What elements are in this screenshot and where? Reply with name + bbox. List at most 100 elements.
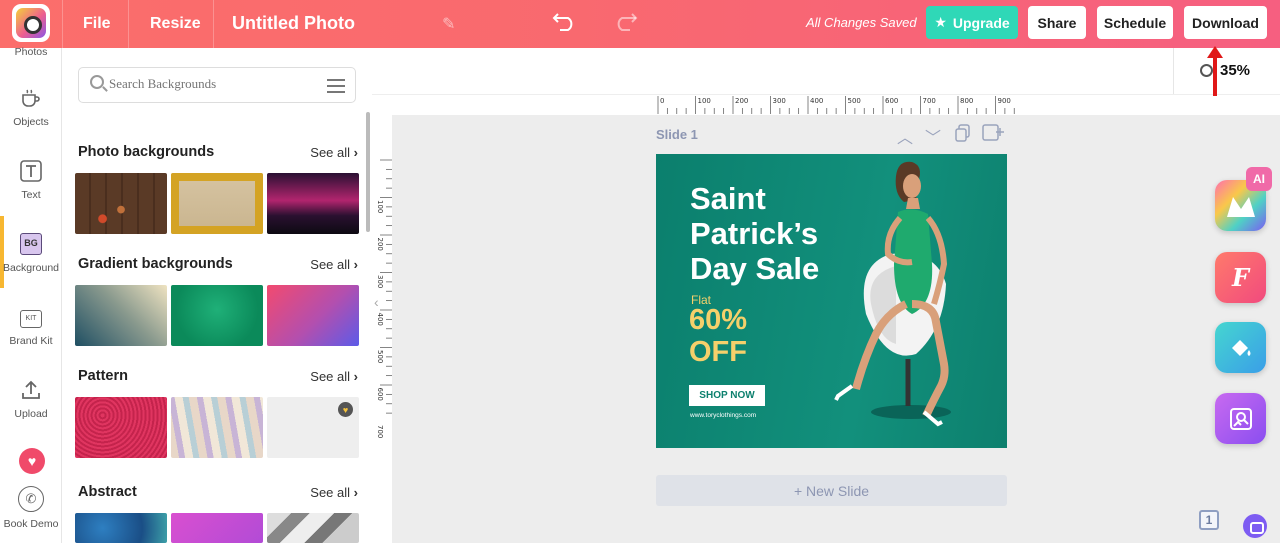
chevron-right-icon: ›	[353, 485, 358, 500]
thumb-gradient-2[interactable]	[171, 285, 263, 346]
chevron-down-icon[interactable]: ﹀	[925, 124, 941, 148]
thumb-photo-2[interactable]	[171, 173, 263, 234]
ruler-label: 200	[376, 238, 384, 251]
sidebar-item-photos[interactable]: Photos	[0, 46, 62, 58]
see-all-abstract-button[interactable]: See all ›	[310, 485, 358, 500]
section-title-gradient: Gradient backgrounds	[78, 256, 233, 272]
ruler-label: 100	[698, 97, 711, 105]
font-tool-button[interactable]: F	[1215, 252, 1266, 303]
url-text[interactable]: www.toryclothings.com	[690, 412, 756, 419]
ruler-label: 200	[735, 97, 748, 105]
thumb-gradient-3[interactable]	[267, 285, 359, 346]
schedule-button[interactable]: Schedule	[1097, 6, 1173, 39]
search-input[interactable]	[109, 76, 309, 92]
sidebar-item-upload[interactable]: Upload	[0, 378, 62, 420]
ruler-label: 800	[960, 97, 973, 105]
see-all-label: See all	[310, 257, 351, 272]
ruler-label: 500	[848, 97, 861, 105]
ruler-label: 300	[773, 97, 786, 105]
divider	[213, 0, 214, 48]
design-slide[interactable]: Saint Patrick’s Day Sale Flat 60% OFF SH…	[656, 154, 1007, 448]
ruler-label: 300	[376, 275, 384, 288]
zoom-level[interactable]: 35%	[1198, 62, 1250, 79]
duplicate-icon[interactable]	[955, 124, 971, 147]
thumb-abstract-1[interactable]	[75, 513, 167, 543]
thumb-pattern-3[interactable]: ♥	[267, 397, 359, 458]
chat-support-icon[interactable]	[1243, 514, 1267, 538]
sidebar-item-objects[interactable]: Objects	[0, 86, 62, 128]
chevron-right-icon: ›	[353, 369, 358, 384]
ruler-label: 600	[376, 388, 384, 401]
see-all-gradient-button[interactable]: See all ›	[310, 257, 358, 272]
shop-now-cta[interactable]: SHOP NOW	[689, 385, 765, 406]
ruler-label: 700	[376, 425, 384, 438]
heart-icon[interactable]: ♥	[19, 448, 45, 474]
add-slide-icon[interactable]	[982, 124, 1004, 147]
see-all-label: See all	[310, 369, 351, 384]
share-button[interactable]: Share	[1028, 6, 1086, 39]
fill-tool-button[interactable]	[1215, 322, 1266, 373]
save-status: All Changes Saved	[806, 15, 917, 30]
document-title[interactable]: Untitled Photo	[232, 13, 355, 34]
sidebar-item-brand-kit[interactable]: KIT Brand Kit	[0, 305, 62, 347]
thumb-photo-1[interactable]	[75, 173, 167, 234]
logo-icon	[16, 8, 46, 38]
annotation-arrow	[1207, 46, 1223, 96]
filter-icon[interactable]	[327, 77, 345, 93]
top-toolbar: File Resize Untitled Photo ✎ All Changes…	[0, 0, 1280, 48]
premium-icon: ♥	[338, 402, 353, 417]
panel-scrollbar[interactable]	[366, 112, 370, 232]
upgrade-button[interactable]: ★ Upgrade	[926, 6, 1018, 39]
paint-bucket-icon	[1231, 339, 1250, 356]
section-title-photo: Photo backgrounds	[78, 144, 215, 160]
discount-text[interactable]: 60% OFF	[689, 304, 747, 368]
chevron-right-icon: ›	[353, 145, 358, 160]
thumb-pattern-1[interactable]	[75, 397, 167, 458]
ruler-label: 700	[923, 97, 936, 105]
cup-icon	[19, 86, 43, 110]
upload-icon	[19, 378, 43, 402]
ruler-label: 0	[660, 97, 664, 105]
pages-count-button[interactable]: 1	[1199, 510, 1219, 530]
sidebar-item-label: Upload	[14, 408, 48, 420]
chevron-right-icon: ›	[353, 257, 358, 272]
sidebar-item-background[interactable]: BG Background	[0, 232, 62, 274]
chevron-up-icon[interactable]: ︿	[897, 124, 913, 148]
new-slide-button[interactable]: + New Slide	[656, 475, 1007, 506]
image-search-tool-button[interactable]	[1215, 393, 1266, 444]
thumb-gradient-1[interactable]	[75, 285, 167, 346]
redo-icon[interactable]	[612, 10, 638, 39]
sidebar-item-book-demo[interactable]: ✆ Book Demo	[0, 486, 62, 530]
app-logo[interactable]	[12, 4, 50, 42]
thumb-photo-3[interactable]	[267, 173, 359, 234]
thumb-pattern-2[interactable]	[171, 397, 263, 458]
thumb-abstract-2[interactable]	[171, 513, 263, 543]
download-button[interactable]: Download	[1184, 6, 1267, 39]
divider	[1173, 48, 1174, 94]
sidebar-item-label: Background	[2, 262, 60, 274]
collapse-panel-icon[interactable]: ‹	[374, 294, 379, 310]
section-title-abstract: Abstract	[78, 484, 137, 500]
search-box	[78, 67, 356, 103]
see-all-pattern-button[interactable]: See all ›	[310, 369, 358, 384]
slide-label: Slide 1	[656, 127, 698, 142]
sidebar-item-text[interactable]: Text	[0, 159, 62, 201]
ruler-label: 400	[810, 97, 823, 105]
resize-button[interactable]: Resize	[150, 0, 201, 48]
ruler-label: 400	[376, 313, 384, 326]
thumb-abstract-3[interactable]	[267, 513, 359, 543]
see-all-photo-button[interactable]: See all ›	[310, 145, 358, 160]
font-icon: F	[1231, 263, 1250, 292]
pencil-icon[interactable]: ✎	[442, 14, 455, 34]
image-search-icon	[1229, 407, 1252, 430]
ruler-label: 600	[885, 97, 898, 105]
sidebar-item-label: Photos	[14, 46, 48, 58]
sidebar-item-label: Objects	[13, 116, 49, 128]
model-photo[interactable]	[816, 154, 1007, 448]
see-all-label: See all	[310, 145, 351, 160]
file-menu-button[interactable]: File	[83, 0, 111, 48]
undo-icon[interactable]	[552, 10, 578, 39]
ruler-label: 900	[998, 97, 1011, 105]
phone-icon: ✆	[18, 486, 44, 512]
discount-line: 60%	[689, 304, 748, 336]
